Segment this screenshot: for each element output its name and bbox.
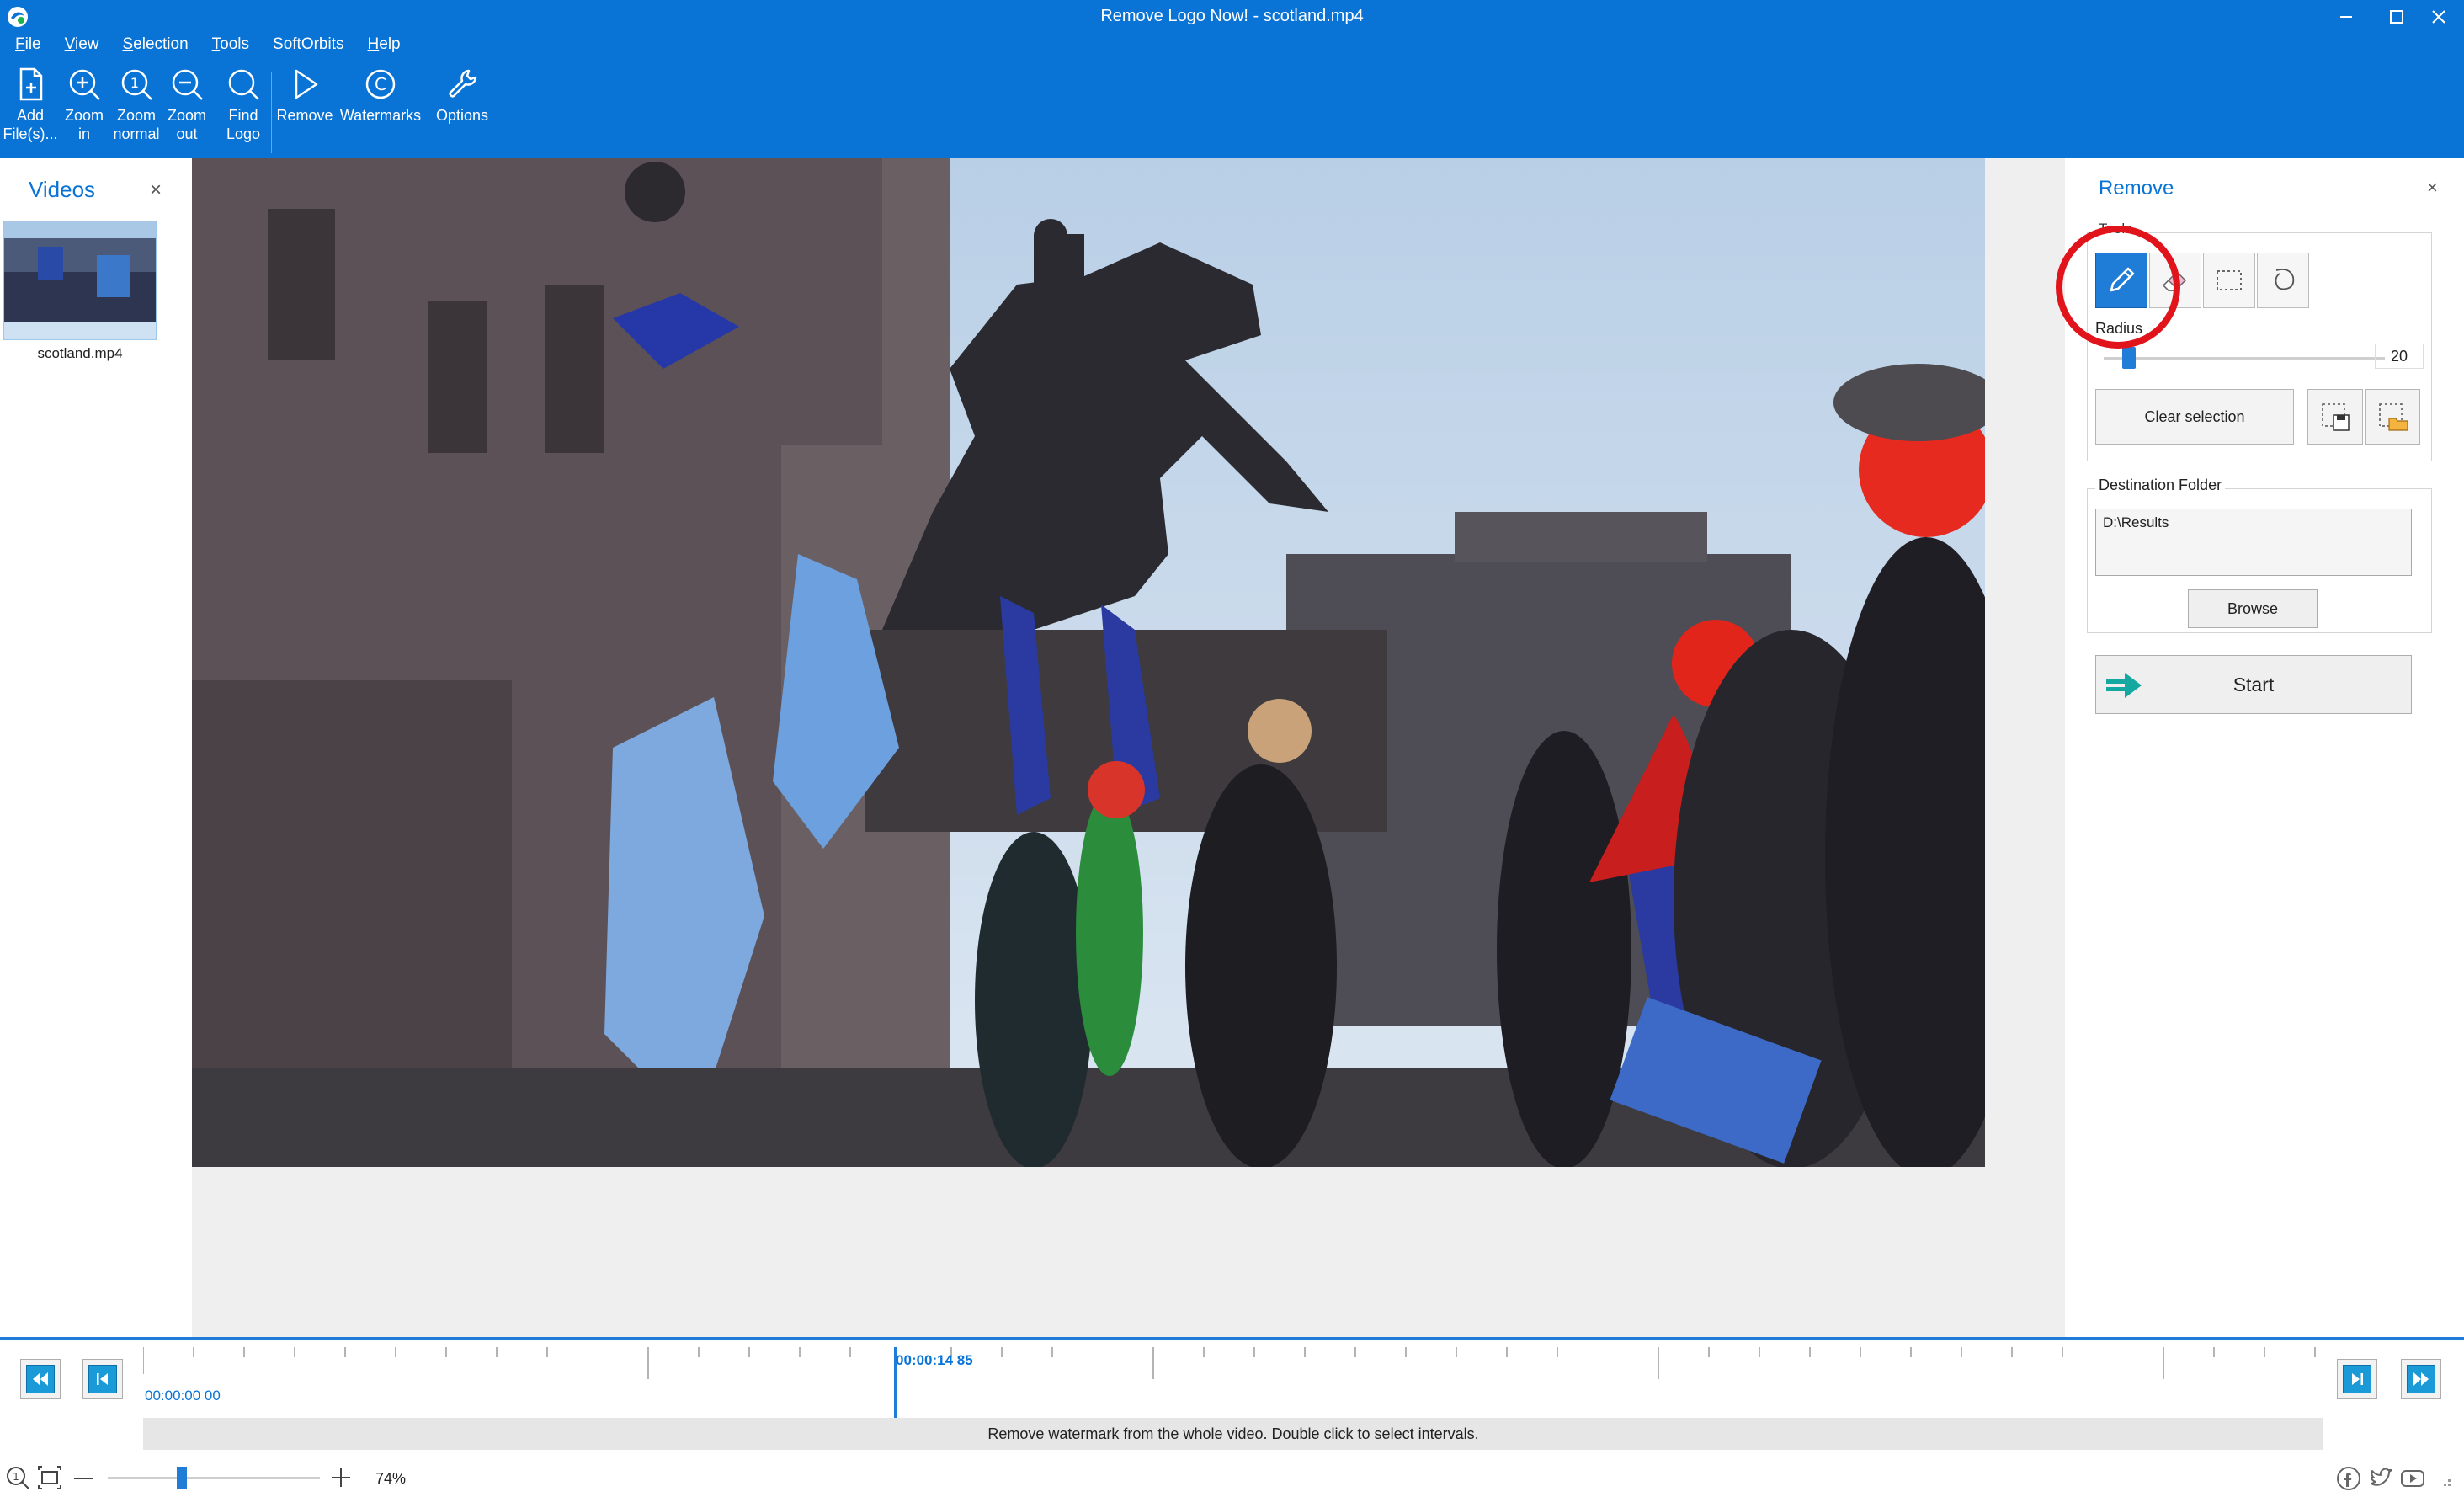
next-frame-button[interactable]: [2337, 1359, 2377, 1399]
rectangle-select-tool-button[interactable]: [2203, 253, 2255, 308]
preview-canvas[interactable]: [192, 158, 2065, 1337]
svg-text:C: C: [375, 74, 386, 94]
pencil-icon: [2110, 267, 2135, 292]
video-thumbnail-image: [4, 221, 156, 339]
timeline-current-time: 00:00:14 85: [896, 1352, 973, 1368]
zoom-out-button[interactable]: Zoom out: [162, 66, 212, 157]
save-selection-icon: [2322, 403, 2350, 431]
search-icon: [228, 69, 259, 100]
lasso-icon: [2275, 269, 2295, 290]
radius-label: Radius: [2095, 320, 2143, 337]
zoom-normal-icon: 1: [121, 69, 152, 100]
status-bar: 1 74%: [0, 1450, 2464, 1497]
radius-slider-track[interactable]: [2104, 357, 2385, 360]
previous-frame-button[interactable]: [82, 1359, 123, 1399]
zoom-slider-handle[interactable]: [177, 1467, 187, 1489]
zoom-minus-icon[interactable]: [72, 1470, 94, 1487]
timeline-start-time: 00:00:00 00: [145, 1388, 221, 1404]
skip-to-end-icon: [2413, 1372, 2429, 1386]
wrench-icon: [449, 69, 477, 98]
save-selection-button[interactable]: [2307, 389, 2363, 445]
destination-folder-label: Destination Folder: [2095, 477, 2226, 494]
destination-folder-input[interactable]: D:\Results: [2095, 509, 2412, 576]
window-title: Remove Logo Now! - scotland.mp4: [1100, 7, 1364, 25]
menu-selection[interactable]: Selection: [122, 35, 188, 61]
start-button[interactable]: Start: [2095, 655, 2412, 714]
skip-to-start-icon: [33, 1372, 48, 1386]
radius-value-field[interactable]: 20: [2375, 344, 2424, 369]
find-logo-button[interactable]: Find Logo: [219, 66, 268, 157]
copyright-icon: C: [365, 69, 396, 99]
menu-help[interactable]: Help: [368, 35, 401, 61]
videos-panel: Videos × scotland.mp4: [0, 158, 192, 1337]
timeline[interactable]: 00:00:00 00 00:00:14 85: [0, 1337, 2464, 1421]
maximize-icon: [2390, 10, 2403, 24]
facebook-icon[interactable]: [2335, 1465, 2362, 1492]
svg-text:1: 1: [13, 1471, 19, 1483]
ribbon-toolbar: Add File(s)... Zoom in 1 Zoom normal Zoo…: [0, 66, 1179, 157]
step-forward-icon: [2352, 1373, 2363, 1385]
close-window-button[interactable]: [2413, 0, 2464, 34]
clear-selection-button[interactable]: Clear selection: [2095, 389, 2294, 445]
zoom-in-icon: [69, 69, 100, 100]
minimize-icon: [2340, 16, 2352, 18]
remove-button[interactable]: Remove: [274, 66, 335, 157]
timeline-hint: Remove watermark from the whole video. D…: [143, 1418, 2323, 1450]
zoom-plus-icon[interactable]: [330, 1467, 352, 1489]
remove-panel-title: Remove: [2099, 177, 2174, 200]
go-to-end-button[interactable]: [2401, 1359, 2441, 1399]
add-files-button[interactable]: Add File(s)...: [3, 66, 58, 157]
video-frame-image: [192, 158, 1985, 1167]
timeline-ruler[interactable]: [143, 1340, 2323, 1421]
remove-panel: Remove × Tools Radius 20 Clear selection…: [2065, 158, 2464, 1337]
menu-softorbits[interactable]: SoftOrbits: [273, 35, 343, 61]
zoom-level: 74%: [375, 1470, 407, 1487]
minimize-button[interactable]: [2321, 0, 2371, 34]
options-button[interactable]: Options: [431, 66, 493, 157]
browse-button[interactable]: Browse: [2188, 589, 2318, 628]
go-to-start-button[interactable]: [20, 1359, 61, 1399]
resize-grip-icon: [2444, 1479, 2451, 1486]
radius-slider-handle[interactable]: [2122, 347, 2136, 369]
menu-view[interactable]: View: [65, 35, 99, 61]
load-selection-button[interactable]: [2365, 389, 2420, 445]
video-frame[interactable]: [192, 158, 1985, 1167]
fit-to-window-icon[interactable]: [37, 1465, 62, 1490]
videos-panel-title: Videos: [29, 177, 96, 202]
zoom-slider-track[interactable]: [108, 1477, 320, 1479]
zoom-in-button[interactable]: Zoom in: [59, 66, 109, 157]
close-panel-button[interactable]: ×: [150, 178, 162, 202]
tools-label: Tools: [2095, 221, 2136, 237]
marker-tool-button[interactable]: [2095, 253, 2147, 308]
ribbon-separator: [271, 72, 272, 153]
rectangle-select-icon: [2217, 270, 2242, 290]
menu-bar: File View Selection Tools SoftOrbits Hel…: [15, 35, 424, 61]
svg-text:1: 1: [130, 75, 139, 91]
app-header: Remove Logo Now! - scotland.mp4 File Vie…: [0, 0, 2464, 158]
play-icon: [295, 69, 318, 99]
video-thumbnail[interactable]: [3, 221, 157, 340]
add-file-icon: [19, 67, 43, 101]
menu-file[interactable]: File: [15, 35, 41, 61]
twitter-icon[interactable]: [2367, 1465, 2394, 1492]
eraser-tool-button[interactable]: [2149, 253, 2201, 308]
lasso-tool-button[interactable]: [2257, 253, 2309, 308]
youtube-icon[interactable]: [2399, 1465, 2426, 1492]
zoom-reset-icon[interactable]: 1: [5, 1465, 30, 1490]
close-icon: [2432, 10, 2445, 24]
load-selection-icon: [2379, 403, 2408, 431]
title-bar: Remove Logo Now! - scotland.mp4: [0, 0, 2464, 34]
video-file-name: scotland.mp4: [37, 345, 123, 361]
watermarks-button[interactable]: C Watermarks: [337, 66, 424, 157]
close-panel-button[interactable]: ×: [2427, 177, 2438, 199]
step-back-icon: [97, 1373, 108, 1385]
menu-tools[interactable]: Tools: [212, 35, 249, 61]
eraser-icon: [2162, 270, 2187, 291]
zoom-normal-button[interactable]: 1 Zoom normal: [109, 66, 163, 157]
arrow-right-icon: [2106, 673, 2142, 698]
zoom-out-icon: [172, 69, 203, 100]
